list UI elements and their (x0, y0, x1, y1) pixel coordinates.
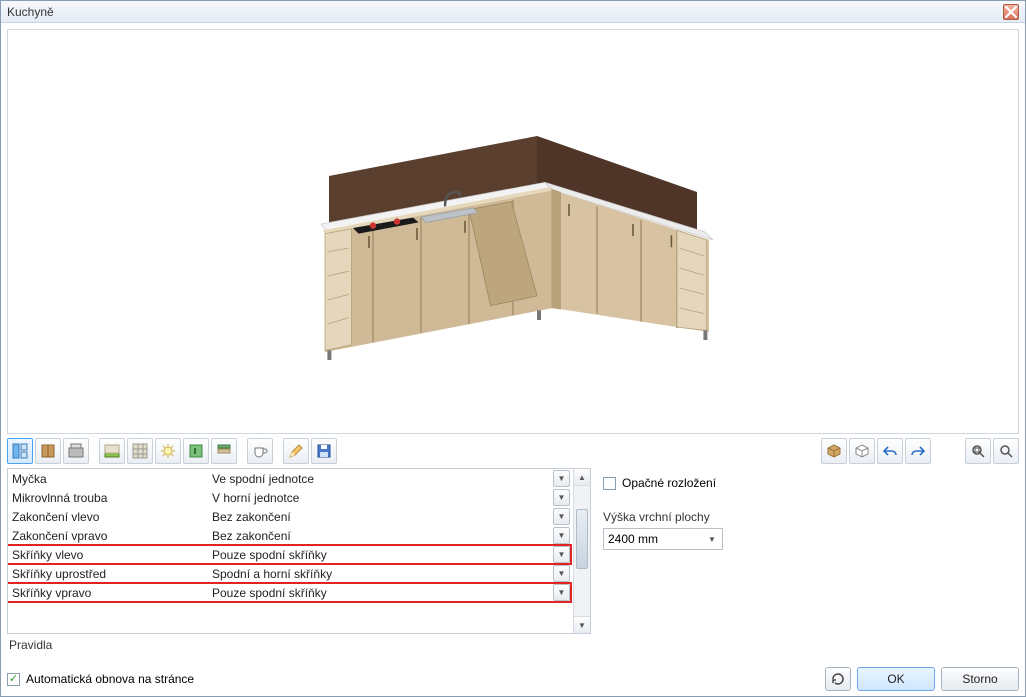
property-value: Bez zakončení (212, 529, 568, 543)
kitchen-button[interactable] (63, 438, 89, 464)
property-value: Spodní a horní skříňky (212, 567, 568, 581)
property-label: Skříňky uprostřed (12, 567, 212, 581)
property-dropdown-button[interactable]: ▼ (553, 565, 570, 582)
view-layout-button[interactable] (7, 438, 33, 464)
options-panel: Opačné rozložení Výška vrchní plochy 240… (599, 468, 1019, 656)
property-label: Mikrovlnná trouba (12, 491, 212, 505)
zoom-fit-icon (970, 443, 986, 459)
properties-scroll: MyčkaVe spodní jednotce▼Mikrovlnná troub… (7, 468, 591, 634)
property-row: MyčkaVe spodní jednotce▼ (8, 469, 572, 488)
redo-icon (910, 443, 926, 459)
property-label: Skříňky vlevo (12, 548, 212, 562)
titlebar: Kuchyně (1, 1, 1025, 23)
view-layout-icon (12, 443, 28, 459)
property-value: Ve spodní jednotce (212, 472, 568, 486)
redo-button[interactable] (905, 438, 931, 464)
dialog-footer: Automatická obnova na stránce OK Storno (1, 662, 1025, 696)
cabinet-button[interactable] (35, 438, 61, 464)
zoom-fit-button[interactable] (965, 438, 991, 464)
undo-icon (882, 443, 898, 459)
handle-button[interactable] (183, 438, 209, 464)
property-dropdown-button[interactable]: ▼ (553, 527, 570, 544)
property-value: Pouze spodní skříňky (212, 548, 568, 562)
property-row: Skříňky vlevoPouze spodní skříňky▼ (8, 545, 572, 564)
chevron-down-icon: ▼ (704, 531, 720, 547)
light-button[interactable] (155, 438, 181, 464)
kitchen-icon (68, 443, 84, 459)
scroll-up-button[interactable]: ▲ (574, 469, 590, 486)
property-label: Zakončení vpravo (12, 529, 212, 543)
toolbar-right-group (821, 438, 931, 464)
property-row: Zakončení vlevoBez zakončení▼ (8, 507, 572, 526)
ok-button[interactable]: OK (857, 667, 935, 691)
properties-panel: MyčkaVe spodní jednotce▼Mikrovlnná troub… (7, 468, 591, 656)
content-area: MyčkaVe spodní jednotce▼Mikrovlnná troub… (1, 23, 1025, 662)
property-dropdown-button[interactable]: ▼ (553, 470, 570, 487)
property-label: Myčka (12, 472, 212, 486)
cup-icon (252, 443, 268, 459)
refresh-button[interactable] (825, 667, 851, 691)
grid-icon (132, 443, 148, 459)
toolbar-left-group (7, 438, 337, 464)
counter-icon (104, 443, 120, 459)
auto-refresh-label: Automatická obnova na stránce (26, 672, 194, 686)
reverse-layout-checkbox[interactable] (603, 477, 616, 490)
property-row: Zakončení vpravoBez zakončení▼ (8, 526, 572, 545)
close-icon (1004, 4, 1018, 20)
top-height-combo[interactable]: 2400 mm ▼ (603, 528, 723, 550)
box-icon (826, 443, 842, 459)
undo-button[interactable] (877, 438, 903, 464)
window-title: Kuchyně (7, 5, 1003, 19)
properties-status: Pravidla (7, 634, 591, 656)
zoom-icon (998, 443, 1014, 459)
dialog-window: Kuchyně (0, 0, 1026, 697)
toolbar-far-right-group (965, 438, 1019, 464)
properties-rows: MyčkaVe spodní jednotce▼Mikrovlnná troub… (8, 469, 590, 633)
scrollbar[interactable]: ▲ ▼ (573, 469, 590, 633)
cup-button[interactable] (247, 438, 273, 464)
pencil-button[interactable] (283, 438, 309, 464)
cabinet-icon (40, 443, 56, 459)
auto-refresh-checkbox[interactable] (7, 673, 20, 686)
property-value: V horní jednotce (212, 491, 568, 505)
light-icon (160, 443, 176, 459)
save-button[interactable] (311, 438, 337, 464)
edge-button[interactable] (211, 438, 237, 464)
top-height-value: 2400 mm (608, 532, 658, 546)
preview-3d[interactable] (7, 29, 1019, 434)
property-dropdown-button[interactable]: ▼ (553, 508, 570, 525)
property-row: Skříňky vpravoPouze spodní skříňky▼ (8, 583, 572, 602)
reverse-layout-row: Opačné rozložení (603, 476, 1015, 490)
zoom-button[interactable] (993, 438, 1019, 464)
property-value: Bez zakončení (212, 510, 568, 524)
save-icon (316, 443, 332, 459)
scroll-down-button[interactable]: ▼ (574, 616, 590, 633)
toolbar (7, 434, 1019, 468)
property-row: Skříňky uprostředSpodní a horní skříňky▼ (8, 564, 572, 583)
lower-panels: MyčkaVe spodní jednotce▼Mikrovlnná troub… (7, 468, 1019, 656)
property-row: Mikrovlnná troubaV horní jednotce▼ (8, 488, 572, 507)
close-button[interactable] (1003, 4, 1019, 20)
reverse-layout-label: Opačné rozložení (622, 476, 716, 490)
property-dropdown-button[interactable]: ▼ (553, 546, 570, 563)
cancel-button[interactable]: Storno (941, 667, 1019, 691)
scroll-thumb[interactable] (576, 509, 588, 569)
pencil-icon (288, 443, 304, 459)
edge-icon (216, 443, 232, 459)
refresh-icon (830, 671, 846, 687)
property-label: Zakončení vlevo (12, 510, 212, 524)
property-value: Pouze spodní skříňky (212, 586, 568, 600)
counter-button[interactable] (99, 438, 125, 464)
kitchen-render (233, 87, 793, 377)
handle-icon (188, 443, 204, 459)
grid-button[interactable] (127, 438, 153, 464)
property-label: Skříňky vpravo (12, 586, 212, 600)
footer-left: Automatická obnova na stránce (7, 672, 194, 686)
top-height-label: Výška vrchní plochy (603, 510, 1015, 524)
cube-icon (854, 443, 870, 459)
box-button[interactable] (821, 438, 847, 464)
property-dropdown-button[interactable]: ▼ (553, 489, 570, 506)
property-dropdown-button[interactable]: ▼ (553, 584, 570, 601)
cube-button[interactable] (849, 438, 875, 464)
